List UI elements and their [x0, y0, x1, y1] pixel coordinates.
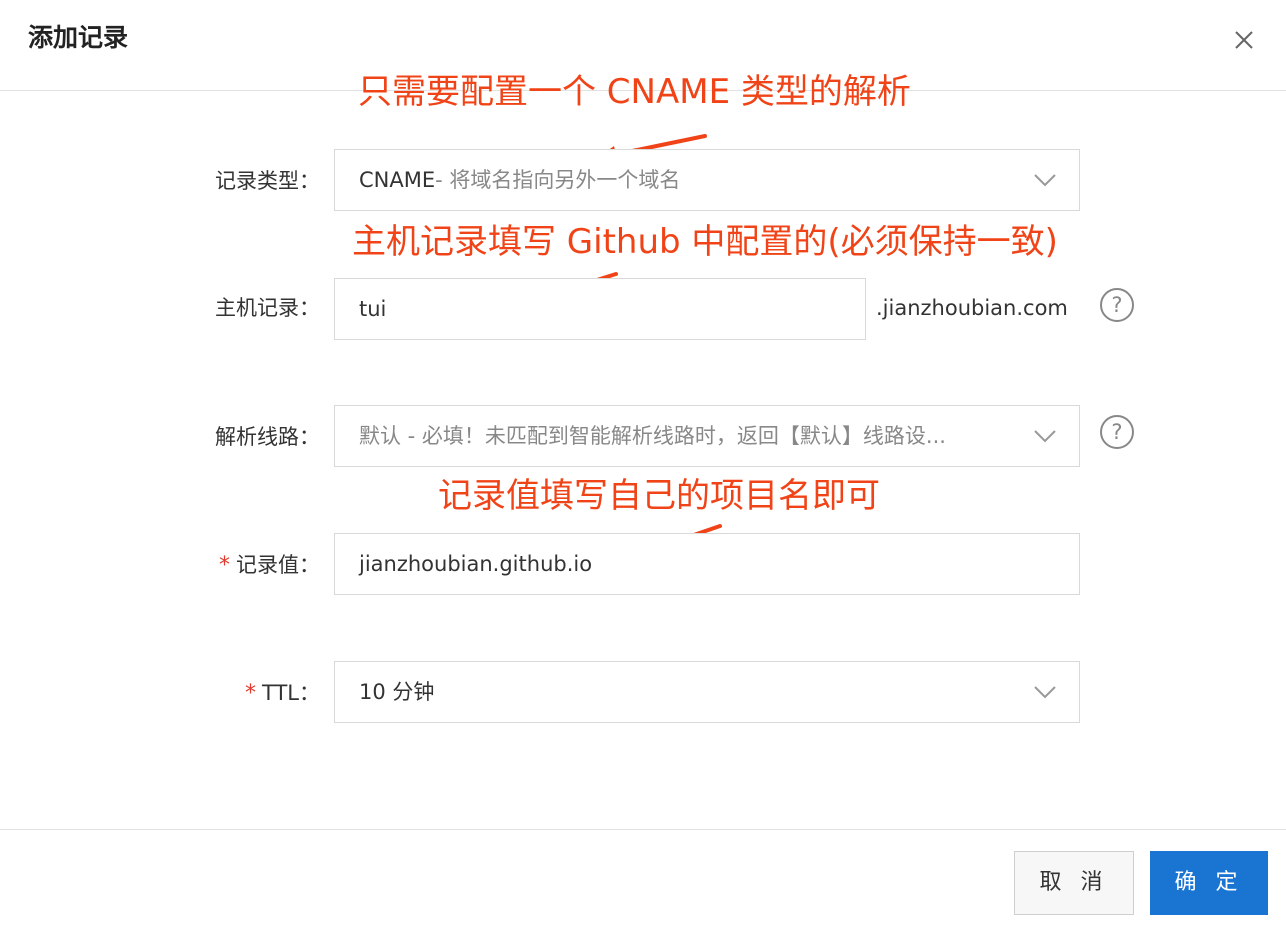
footer-divider — [0, 829, 1286, 830]
record-value-label: * 记录值： — [219, 553, 320, 578]
record-type-value: CNAME — [359, 168, 436, 192]
annotation-cname-note: 只需要配置一个 CNAME 类型的解析 — [358, 72, 911, 112]
ttl-select[interactable]: 10 分钟 — [334, 661, 1080, 723]
dialog-title: 添加记录 — [28, 23, 129, 52]
ttl-value: 10 分钟 — [359, 680, 435, 704]
domain-suffix: .jianzhoubian.com — [876, 296, 1068, 320]
host-record-input[interactable]: tui — [334, 278, 866, 340]
cancel-button[interactable]: 取 消 — [1014, 851, 1134, 915]
record-type-hint: - 将域名指向另外一个域名 — [435, 168, 681, 192]
required-mark: * — [219, 553, 230, 578]
ttl-label: * TTL： — [245, 681, 320, 706]
chevron-down-icon — [1034, 430, 1056, 443]
record-type-select[interactable]: CNAME- 将域名指向另外一个域名 — [334, 149, 1080, 211]
annotation-value-note: 记录值填写自己的项目名即可 — [438, 476, 880, 516]
host-record-label: 主机记录： — [215, 296, 320, 320]
chevron-down-icon — [1034, 174, 1056, 187]
record-value-input[interactable]: jianzhoubian.github.io — [334, 533, 1080, 595]
annotation-host-note: 主机记录填写 Github 中配置的(必须保持一致) — [352, 222, 1058, 262]
resolve-line-label: 解析线路： — [215, 425, 320, 449]
resolve-line-select[interactable]: 默认 - 必填！未匹配到智能解析线路时，返回【默认】线路设... — [334, 405, 1080, 467]
close-icon[interactable] — [1226, 22, 1262, 58]
add-record-dialog: 添加记录 只需要配置一个 CNAME 类型的解析 记录类型： CNAME- 将域… — [0, 0, 1286, 930]
resolve-line-value: 默认 - 必填！未匹配到智能解析线路时，返回【默认】线路设... — [359, 424, 946, 448]
confirm-button[interactable]: 确 定 — [1150, 851, 1268, 915]
svg-text:?: ? — [1111, 420, 1122, 444]
record-type-label: 记录类型： — [215, 169, 320, 193]
chevron-down-icon — [1034, 686, 1056, 699]
help-icon[interactable]: ? — [1099, 414, 1135, 450]
required-mark: * — [245, 681, 256, 706]
svg-text:?: ? — [1111, 293, 1122, 317]
help-icon[interactable]: ? — [1099, 287, 1135, 323]
